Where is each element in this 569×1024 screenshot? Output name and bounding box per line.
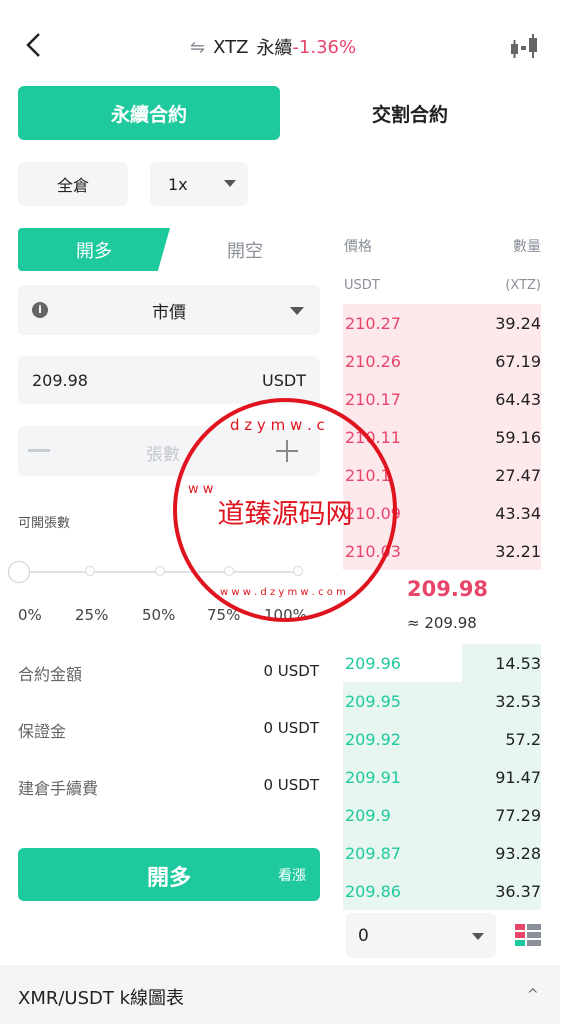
margin-label: 保證金 — [18, 722, 67, 741]
info-icon[interactable]: i — [32, 302, 48, 318]
bid-row[interactable]: 209.92 57.2 — [343, 720, 541, 758]
kline-chart-bar[interactable]: XMR/USDT k線圖表 ^ — [0, 965, 560, 1024]
minus-icon[interactable] — [28, 449, 50, 452]
bid-price: 209.92 — [345, 730, 401, 749]
bid-row[interactable]: 209.87 93.28 — [343, 834, 541, 872]
orderbook-layout-icon[interactable] — [514, 923, 542, 947]
tab-open-short[interactable]: 開空 — [170, 228, 320, 271]
bid-qty: 57.2 — [505, 730, 541, 749]
slider-label-25[interactable]: 25% — [75, 606, 108, 624]
margin-mode-button[interactable]: 全倉 — [18, 162, 128, 206]
ask-qty: 39.24 — [495, 314, 541, 333]
bid-price: 209.9 — [345, 806, 391, 825]
slider-stop-25[interactable] — [85, 566, 95, 576]
available-contracts-label: 可開張數 — [18, 516, 71, 531]
ask-qty: 59.16 — [495, 428, 541, 447]
slider-stop-50[interactable] — [155, 566, 165, 576]
open-fee-label: 建倉手續費 — [18, 779, 99, 798]
pair-symbol: XTZ — [213, 36, 249, 58]
kline-chart-title: XMR/USDT k線圖表 — [18, 988, 185, 1009]
order-type-select[interactable]: i 市價 — [18, 285, 320, 335]
precision-select[interactable]: 0 — [346, 913, 496, 958]
bid-row[interactable]: 209.96 14.53 — [343, 644, 541, 682]
last-price: 209.98 — [407, 577, 489, 601]
bid-qty: 14.53 — [495, 654, 541, 673]
tab-delivery[interactable]: 交割合約 — [290, 86, 530, 140]
candlestick-chart-icon[interactable] — [508, 34, 540, 60]
open-long-button[interactable]: 開多 看漲 — [18, 848, 320, 901]
bullish-label: 看漲 — [278, 868, 306, 884]
ask-row[interactable]: 210.26 67.19 — [343, 342, 541, 380]
back-arrow-icon[interactable] — [22, 30, 46, 60]
orderbook-price-unit: USDT — [344, 278, 380, 293]
bid-row[interactable]: 209.86 36.37 — [343, 872, 541, 910]
bid-qty: 91.47 — [495, 768, 541, 787]
bid-qty: 93.28 — [495, 844, 541, 863]
svg-text:道臻源码网: 道臻源码网 — [218, 499, 353, 530]
swap-icon: ⇋ — [190, 36, 206, 58]
bid-price: 209.86 — [345, 882, 401, 901]
ask-qty: 43.34 — [495, 504, 541, 523]
price-value: 209.98 — [32, 370, 88, 390]
pair-title[interactable]: ⇋ XTZ 永續 -1.36% — [190, 34, 356, 60]
open-fee-value: 0 USDT — [263, 776, 319, 794]
bid-qty: 32.53 — [495, 692, 541, 711]
ask-price: 210.27 — [345, 314, 401, 333]
leverage-value: 1x — [168, 174, 188, 194]
open-long-label: 開多 — [146, 866, 191, 891]
slider-label-0[interactable]: 0% — [18, 606, 42, 624]
bid-price: 209.91 — [345, 768, 401, 787]
svg-text:d z y m w . c: d z y m w . c — [230, 416, 325, 434]
ask-qty: 32.21 — [495, 542, 541, 561]
price-unit: USDT — [262, 370, 306, 390]
tab-perpetual[interactable]: 永續合約 — [18, 86, 280, 140]
slider-handle[interactable] — [8, 561, 30, 583]
ask-qty: 67.19 — [495, 352, 541, 371]
tab-open-long[interactable]: 開多 — [18, 228, 170, 271]
contract-type: 永續 — [256, 38, 293, 59]
ask-qty: 64.43 — [495, 390, 541, 409]
bid-row[interactable]: 209.95 32.53 — [343, 682, 541, 720]
caret-down-icon — [472, 933, 484, 940]
svg-text:w w w . d z y m w . c o m: w w w . d z y m w . c o m — [220, 587, 346, 598]
bid-row[interactable]: 209.91 91.47 — [343, 758, 541, 796]
index-price: ≈ 209.98 — [407, 614, 477, 632]
orderbook-price-header: 價格 — [344, 239, 372, 255]
bid-price: 209.96 — [345, 654, 401, 673]
orderbook-qty-unit: (XTZ) — [505, 278, 541, 293]
bid-price: 209.95 — [345, 692, 401, 711]
margin-value: 0 USDT — [263, 719, 319, 737]
watermark-stamp: 道臻源码网 d z y m w . c w w w w w . d z y m … — [173, 398, 397, 622]
bid-row[interactable]: 209.9 77.29 — [343, 796, 541, 834]
bid-qty: 77.29 — [495, 806, 541, 825]
bid-price: 209.87 — [345, 844, 401, 863]
price-change: -1.36% — [292, 36, 357, 58]
svg-text:w w: w w — [188, 482, 214, 497]
leverage-select[interactable]: 1x — [150, 162, 248, 206]
caret-down-icon — [224, 180, 236, 187]
order-type-value: 市價 — [152, 302, 186, 323]
precision-value: 0 — [358, 925, 369, 946]
ask-row[interactable]: 210.27 39.24 — [343, 304, 541, 342]
chevron-up-icon[interactable]: ^ — [527, 987, 539, 1003]
contract-amount-label: 合約金額 — [18, 665, 83, 684]
caret-down-icon — [290, 307, 304, 315]
orderbook-qty-header: 數量 — [513, 239, 541, 255]
contract-amount-value: 0 USDT — [263, 662, 319, 680]
ask-price: 210.26 — [345, 352, 401, 371]
bid-qty: 36.37 — [495, 882, 541, 901]
ask-qty: 27.47 — [495, 466, 541, 485]
